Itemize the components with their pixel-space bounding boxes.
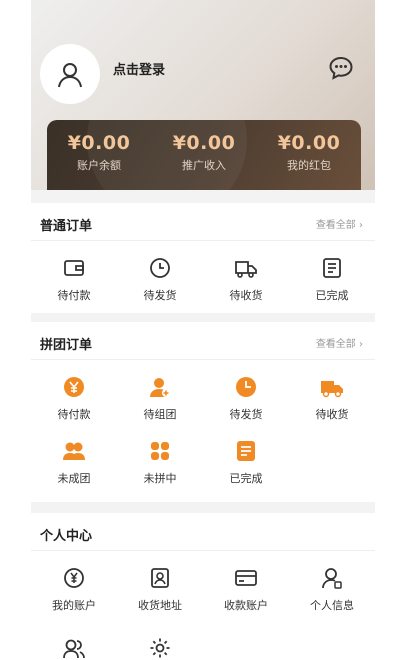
address-icon (151, 568, 169, 588)
normal-order-completed[interactable]: 已完成 (289, 255, 375, 303)
view-all-label: 查看全部 (315, 339, 356, 350)
users-icon (63, 442, 85, 460)
promotion-label: 推广收入 (182, 159, 226, 172)
group-orders-title: 拼团订单 (40, 338, 93, 353)
group-order-completed[interactable]: 已完成 (203, 438, 289, 486)
item-label: 我的账户 (52, 599, 96, 612)
item-label: 收款账户 (224, 599, 268, 612)
normal-order-pending-shipment[interactable]: 待发货 (117, 255, 203, 303)
normal-orders-header: 普通订单 查看全部 › (31, 203, 375, 241)
group-order-not-formed[interactable]: 未成团 (31, 438, 117, 486)
normal-orders-view-all[interactable]: 查看全部 › (316, 216, 363, 231)
truck-icon (235, 261, 257, 278)
personal-center-header: 个人中心 (31, 513, 375, 551)
profile-header: 点击登录 ¥0.00 账户余额 ¥0.00 推广收入 ¥0.00 我的红包 (31, 0, 375, 190)
receipt-icon (237, 441, 255, 461)
item-label: 待收货 (315, 408, 349, 421)
login-link[interactable]: 点击登录 (113, 59, 165, 78)
chat-bubble-icon (329, 56, 353, 80)
group-order-pending-receipt[interactable]: 待收货 (289, 374, 375, 422)
item-label: 待付款 (57, 408, 91, 421)
my-account-item[interactable]: 我的账户 (31, 565, 117, 613)
item-label: 待发货 (143, 289, 177, 302)
team-item[interactable] (31, 635, 117, 660)
add-user-icon (150, 378, 170, 397)
shipping-address-item[interactable]: 收货地址 (117, 565, 203, 613)
promotion-value: ¥0.00 (172, 132, 236, 154)
group-order-not-won[interactable]: 未拼中 (117, 438, 203, 486)
item-label: 待收货 (229, 289, 263, 302)
message-button[interactable] (328, 55, 354, 81)
my-page: 点击登录 ¥0.00 账户余额 ¥0.00 推广收入 ¥0.00 我的红包 普通… (31, 0, 375, 660)
receipt-icon (323, 258, 341, 278)
normal-orders-section: 普通订单 查看全部 › 待付款 待发货 待收货 已完成 (31, 203, 375, 313)
normal-order-pending-receipt[interactable]: 待收货 (203, 255, 289, 303)
chevron-right-icon: › (359, 220, 363, 231)
item-label: 未成团 (57, 472, 91, 485)
wallet-icon (64, 260, 84, 276)
personal-center-title: 个人中心 (40, 529, 93, 544)
item-label: 未拼中 (143, 472, 177, 485)
balance-stat[interactable]: ¥0.00 账户余额 (47, 132, 151, 173)
group-order-pending-shipment[interactable]: 待发货 (203, 374, 289, 422)
normal-order-pending-payment[interactable]: 待付款 (31, 255, 117, 303)
group-orders-header: 拼团订单 查看全部 › (31, 322, 375, 360)
settings-icon (150, 638, 170, 658)
chevron-right-icon: › (359, 339, 363, 350)
red-packet-stat[interactable]: ¥0.00 我的红包 (257, 132, 361, 173)
item-label: 已完成 (315, 289, 349, 302)
user-avatar-icon (58, 63, 82, 88)
item-label: 收货地址 (138, 599, 182, 612)
group-orders-section: 拼团订单 查看全部 › 待付款 待组团 待发货 待收货 未成团 未拼中 已完成 (31, 322, 375, 502)
card-icon (235, 570, 257, 586)
team-icon (63, 639, 85, 659)
profile-icon (322, 568, 342, 589)
view-all-label: 查看全部 (315, 220, 356, 231)
item-label: 个人信息 (310, 599, 354, 612)
group-order-pending-group[interactable]: 待组团 (117, 374, 203, 422)
settings-item[interactable] (117, 635, 203, 660)
avatar[interactable] (40, 44, 100, 104)
clock-icon (150, 258, 170, 278)
payee-account-item[interactable]: 收款账户 (203, 565, 289, 613)
group-orders-view-all[interactable]: 查看全部 › (316, 335, 363, 350)
account-icon (64, 568, 84, 588)
item-label: 待组团 (143, 408, 177, 421)
personal-center-section: 个人中心 我的账户 收货地址 收款账户 个人信息 (31, 513, 375, 660)
grid-icon (151, 442, 169, 460)
personal-info-item[interactable]: 个人信息 (289, 565, 375, 613)
red-packet-label: 我的红包 (287, 159, 331, 172)
promotion-stat[interactable]: ¥0.00 推广收入 (152, 132, 256, 173)
item-label: 待发货 (229, 408, 263, 421)
item-label: 已完成 (229, 472, 263, 485)
clock-icon (236, 377, 256, 397)
yen-coin-icon (64, 377, 84, 397)
item-label: 待付款 (57, 289, 91, 302)
red-packet-value: ¥0.00 (277, 132, 341, 154)
normal-orders-title: 普通订单 (40, 219, 93, 234)
balance-value: ¥0.00 (67, 132, 131, 154)
wallet-card: ¥0.00 账户余额 ¥0.00 推广收入 ¥0.00 我的红包 (47, 120, 361, 190)
group-order-pending-payment[interactable]: 待付款 (31, 374, 117, 422)
truck-icon (321, 381, 343, 398)
balance-label: 账户余额 (77, 159, 121, 172)
